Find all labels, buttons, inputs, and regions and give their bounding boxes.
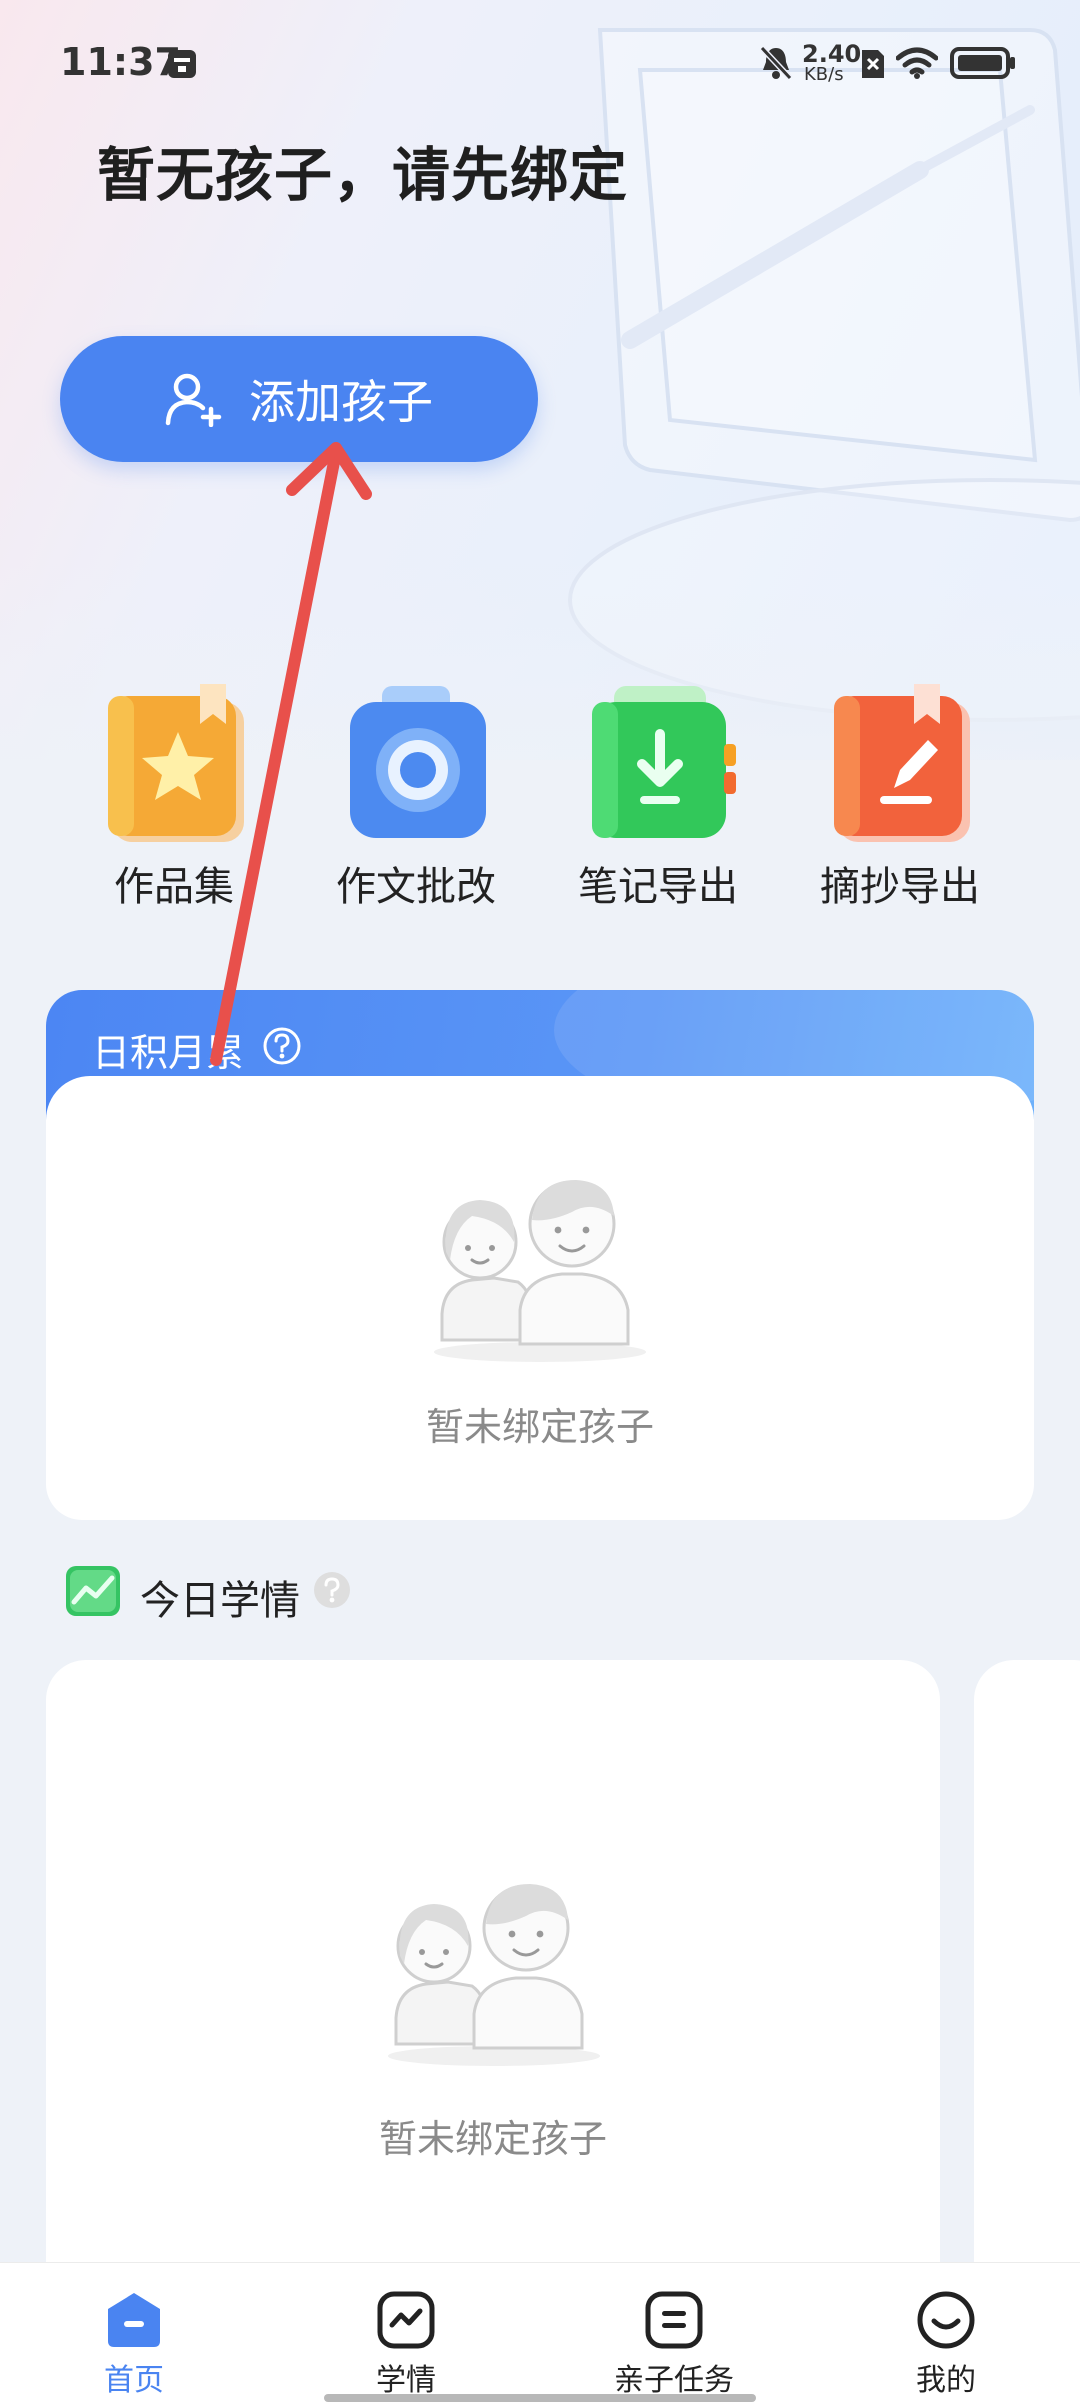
task-icon — [645, 2291, 703, 2349]
network-speed-unit: KB/s — [804, 64, 844, 85]
add-user-icon — [165, 373, 222, 427]
home-icon — [108, 2293, 160, 2347]
empty-state-text: 暂未绑定孩子 — [425, 1405, 654, 1449]
nav-label: 亲子任务 — [614, 2363, 734, 2398]
mute-icon — [759, 45, 793, 81]
nav-item-home[interactable]: 首页 — [34, 2263, 234, 2408]
battery-icon — [950, 47, 1015, 79]
add-child-label: 添加孩子 — [249, 375, 433, 429]
no-child-illustration — [388, 1884, 600, 2066]
status-time: 11:37 — [60, 40, 181, 84]
quick-actions: 作品集 作文批改 笔记导出 摘抄导出 — [0, 680, 1080, 940]
empty-state-text: 暂未绑定孩子 — [378, 2117, 607, 2161]
home-indicator — [324, 2394, 756, 2402]
camera-icon — [350, 686, 486, 838]
trend-icon — [377, 2291, 435, 2349]
help-icon[interactable] — [312, 1570, 352, 1610]
quick-action-label: 作文批改 — [336, 864, 496, 910]
accumulation-title: 日积月累 — [92, 1031, 245, 1075]
nav-item-profile[interactable]: 我的 — [846, 2263, 1046, 2408]
status-bar: 11:37 2.40 KB/s — [0, 0, 1080, 126]
bottom-nav: 首页 学情 亲子任务 我的 — [0, 2262, 1080, 2408]
notification-icon — [168, 50, 196, 78]
trend-chart-icon — [66, 1566, 120, 1616]
nav-label: 学情 — [376, 2363, 436, 2398]
profile-icon — [917, 2291, 975, 2349]
quick-action-essay-correction[interactable]: 作文批改 — [306, 680, 526, 912]
nav-label: 我的 — [916, 2363, 976, 2398]
no-child-illustration — [434, 1180, 646, 1362]
sim-off-icon — [862, 50, 884, 78]
quick-action-label: 笔记导出 — [578, 864, 738, 910]
quick-action-excerpt-export[interactable]: 摘抄导出 — [790, 680, 1010, 912]
help-icon[interactable] — [262, 1026, 302, 1066]
notes-export-icon — [592, 686, 736, 838]
nav-item-learning[interactable]: 学情 — [306, 2263, 506, 2408]
quick-action-portfolio[interactable]: 作品集 — [64, 680, 284, 912]
nav-item-family-tasks[interactable]: 亲子任务 — [574, 2263, 774, 2408]
nav-label: 首页 — [104, 2363, 164, 2398]
today-title: 今日学情 — [140, 1578, 300, 1624]
quick-action-label: 摘抄导出 — [820, 864, 980, 910]
excerpt-export-icon — [834, 684, 970, 842]
accumulation-card: 暂未绑定孩子 — [46, 1076, 1034, 1520]
page-title: 暂无孩子，请先绑定 — [97, 141, 629, 209]
quick-action-label: 作品集 — [114, 864, 234, 910]
quick-action-notes-export[interactable]: 笔记导出 — [548, 680, 768, 912]
wifi-icon — [896, 47, 938, 79]
portfolio-icon — [108, 684, 244, 842]
add-child-button[interactable]: 添加孩子 — [60, 336, 538, 462]
